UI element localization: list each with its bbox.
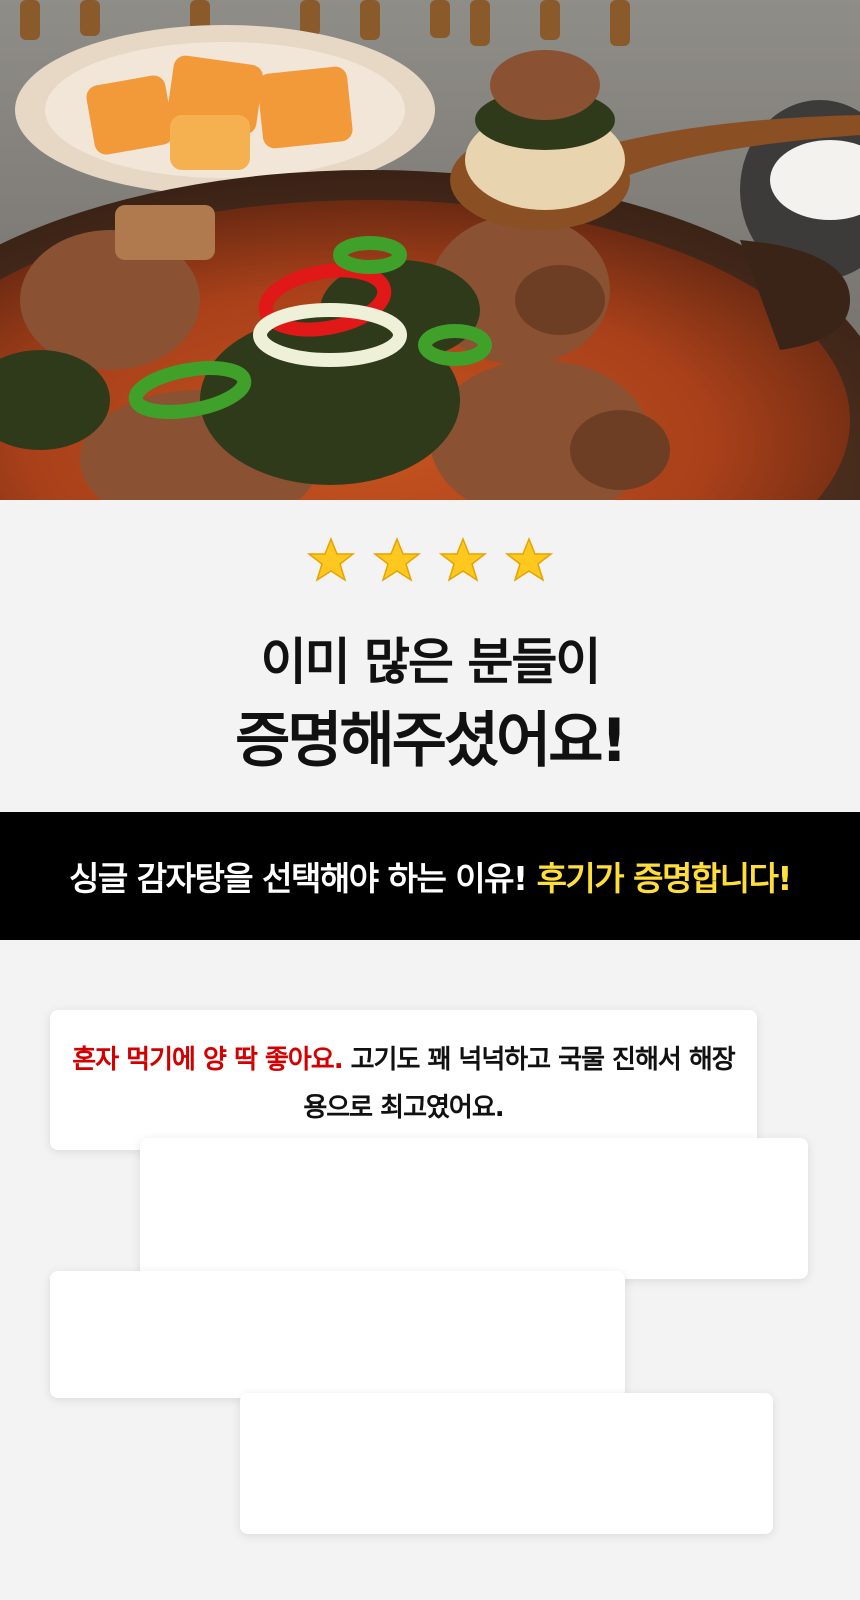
- review-card: [140, 1138, 808, 1279]
- review-highlight: 혼자 먹기에 양 딱 좋아요.: [72, 1045, 343, 1075]
- star-icon: [505, 536, 553, 582]
- review-list: 혼자 먹기에 양 딱 좋아요. 고기도 꽤 넉넉하고 국물 진해서 해장용으로 …: [0, 940, 860, 1600]
- food-photo-illustration: [0, 0, 860, 500]
- hero-food-image: [0, 0, 860, 500]
- headline-line-1: 이미 많은 분들이: [260, 633, 602, 691]
- rating-section: 이미 많은 분들이 증명해주셨어요!: [0, 500, 860, 812]
- star-icon: [373, 536, 421, 582]
- review-card: 혼자 먹기에 양 딱 좋아요. 고기도 꽤 넉넉하고 국물 진해서 해장용으로 …: [50, 1010, 757, 1150]
- banner-text: 싱글 감자탕을 선택해야 하는 이유!: [69, 859, 528, 898]
- review-body: 고기도 꽤 넉넉하고 국물 진해서 해장용으로 최고였어요.: [303, 1045, 735, 1123]
- banner-highlight-text: 후기가 증명합니다!: [536, 859, 793, 898]
- star-icon: [439, 536, 487, 582]
- star-rating: [0, 536, 860, 584]
- review-text: 혼자 먹기에 양 딱 좋아요. 고기도 꽤 넉넉하고 국물 진해서 해장용으로 …: [50, 1010, 757, 1132]
- reason-banner: 싱글 감자탕을 선택해야 하는 이유! 후기가 증명합니다!: [0, 812, 860, 940]
- star-icon: [307, 536, 355, 582]
- headline-line-2: 증명해주셨어요!: [235, 706, 628, 776]
- review-card: [50, 1271, 625, 1398]
- review-card: [240, 1393, 773, 1534]
